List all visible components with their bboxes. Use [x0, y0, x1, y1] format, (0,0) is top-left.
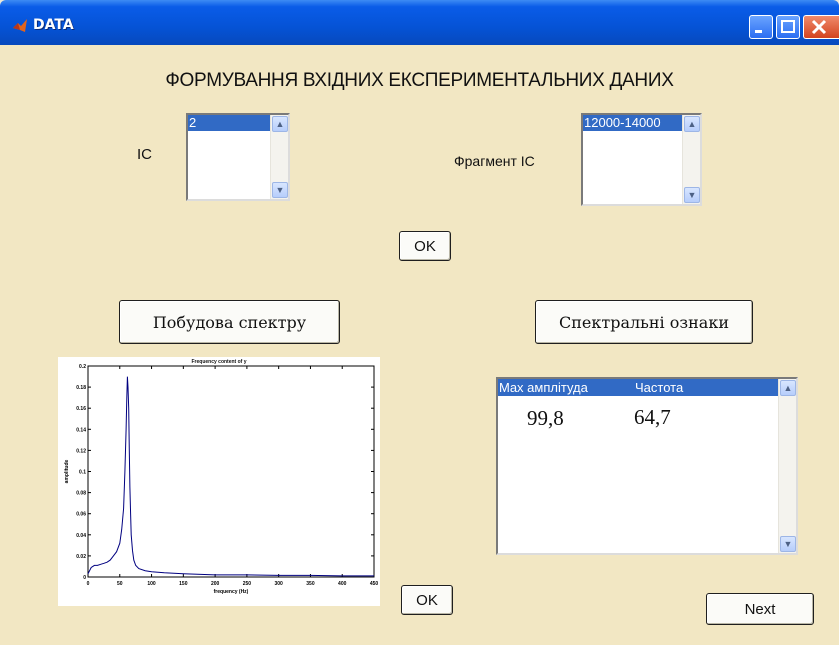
plot-axes-box: [87, 365, 375, 578]
y-tick-label: 0.1: [79, 470, 86, 476]
window-title: DATA: [33, 17, 74, 33]
x-tick-label: 0: [87, 581, 90, 587]
scroll-down-icon[interactable]: ▼: [780, 536, 796, 552]
x-tick-label: 200: [211, 581, 220, 587]
chart-title: Frequency content of y: [191, 359, 247, 365]
minimize-icon: [755, 30, 762, 33]
close-button[interactable]: [803, 15, 839, 39]
ok-button-top[interactable]: OK: [399, 231, 451, 261]
y-tick-label: 0.04: [76, 533, 86, 539]
matlab-logo-icon: [13, 19, 27, 32]
max-amplitude-value: 99,8: [527, 406, 564, 430]
ic-scrollbar[interactable]: ▲ ▼: [270, 115, 288, 199]
title-bar: DATA: [0, 0, 839, 45]
y-tick-label: 0.02: [76, 554, 86, 560]
y-tick-label: 0.06: [76, 512, 86, 518]
y-tick-label: 0.14: [76, 427, 86, 433]
next-button[interactable]: Next: [706, 593, 814, 625]
spectrum-chart-svg: 0 50 100 150 200 250 300 350 400 450 0 0.02 0.04 0.06…: [64, 364, 379, 595]
x-tick-label: 150: [179, 581, 188, 587]
x-tick-label: 50: [117, 581, 123, 587]
scroll-down-icon[interactable]: ▼: [684, 187, 700, 203]
x-axis-label: frequency (Hz): [214, 589, 249, 595]
fragment-label: Фрагмент IC: [454, 153, 535, 169]
x-tick-label: 350: [306, 581, 315, 587]
y-tick-label: 0.18: [76, 385, 86, 391]
spectral-features-button[interactable]: Спектральні ознаки: [535, 300, 753, 344]
fragment-listbox[interactable]: 12000-14000 ▲ ▼: [581, 113, 702, 206]
spectrum-series-line: [87, 376, 374, 577]
x-tick-label: 450: [370, 581, 379, 587]
maximize-icon: [781, 20, 795, 33]
close-icon: [811, 19, 827, 35]
scroll-up-icon[interactable]: ▲: [684, 116, 700, 132]
spectrum-plot: Frequency content of y 0 50 100 150 200 250 30…: [58, 357, 380, 606]
page-title: ФОРМУВАННЯ ВХІДНИХ ЕКСПЕРИМЕНТАЛЬНИХ ДАН…: [165, 70, 674, 91]
ic-listbox[interactable]: 2 ▲ ▼: [186, 113, 290, 201]
results-header-row: Max амплітуда Частота: [498, 379, 778, 396]
x-tick-label: 400: [338, 581, 347, 587]
minimize-button[interactable]: [749, 15, 773, 39]
x-tick-label: 300: [274, 581, 283, 587]
x-tick-label: 250: [243, 581, 252, 587]
maximize-button[interactable]: [776, 15, 800, 39]
scroll-down-icon[interactable]: ▼: [272, 182, 288, 198]
ok-button-bottom[interactable]: OK: [401, 585, 453, 615]
max-amplitude-header: Max амплітуда: [499, 380, 588, 395]
y-tick-label: 0.12: [76, 448, 86, 454]
x-tick-label: 100: [147, 581, 156, 587]
y-axis-label: amplitude: [64, 459, 70, 483]
ic-label: IC: [137, 146, 152, 163]
scroll-up-icon[interactable]: ▲: [272, 116, 288, 132]
ic-list-item-selected[interactable]: 2: [188, 115, 270, 131]
results-scrollbar[interactable]: ▲ ▼: [778, 379, 796, 553]
scroll-up-icon[interactable]: ▲: [780, 380, 796, 396]
y-tick-label: 0: [83, 575, 86, 581]
fragment-list-item-selected[interactable]: 12000-14000: [583, 115, 682, 131]
y-tick-label: 0.16: [76, 406, 86, 412]
fragment-scrollbar[interactable]: ▲ ▼: [682, 115, 700, 204]
y-tick-label: 0.08: [76, 491, 86, 497]
spectral-features-list[interactable]: Max амплітуда Частота 99,8 64,7 ▲ ▼: [496, 377, 798, 555]
build-spectrum-button[interactable]: Побудова спектру: [119, 300, 340, 344]
frequency-value: 64,7: [634, 405, 671, 429]
frequency-header: Частота: [635, 380, 684, 395]
